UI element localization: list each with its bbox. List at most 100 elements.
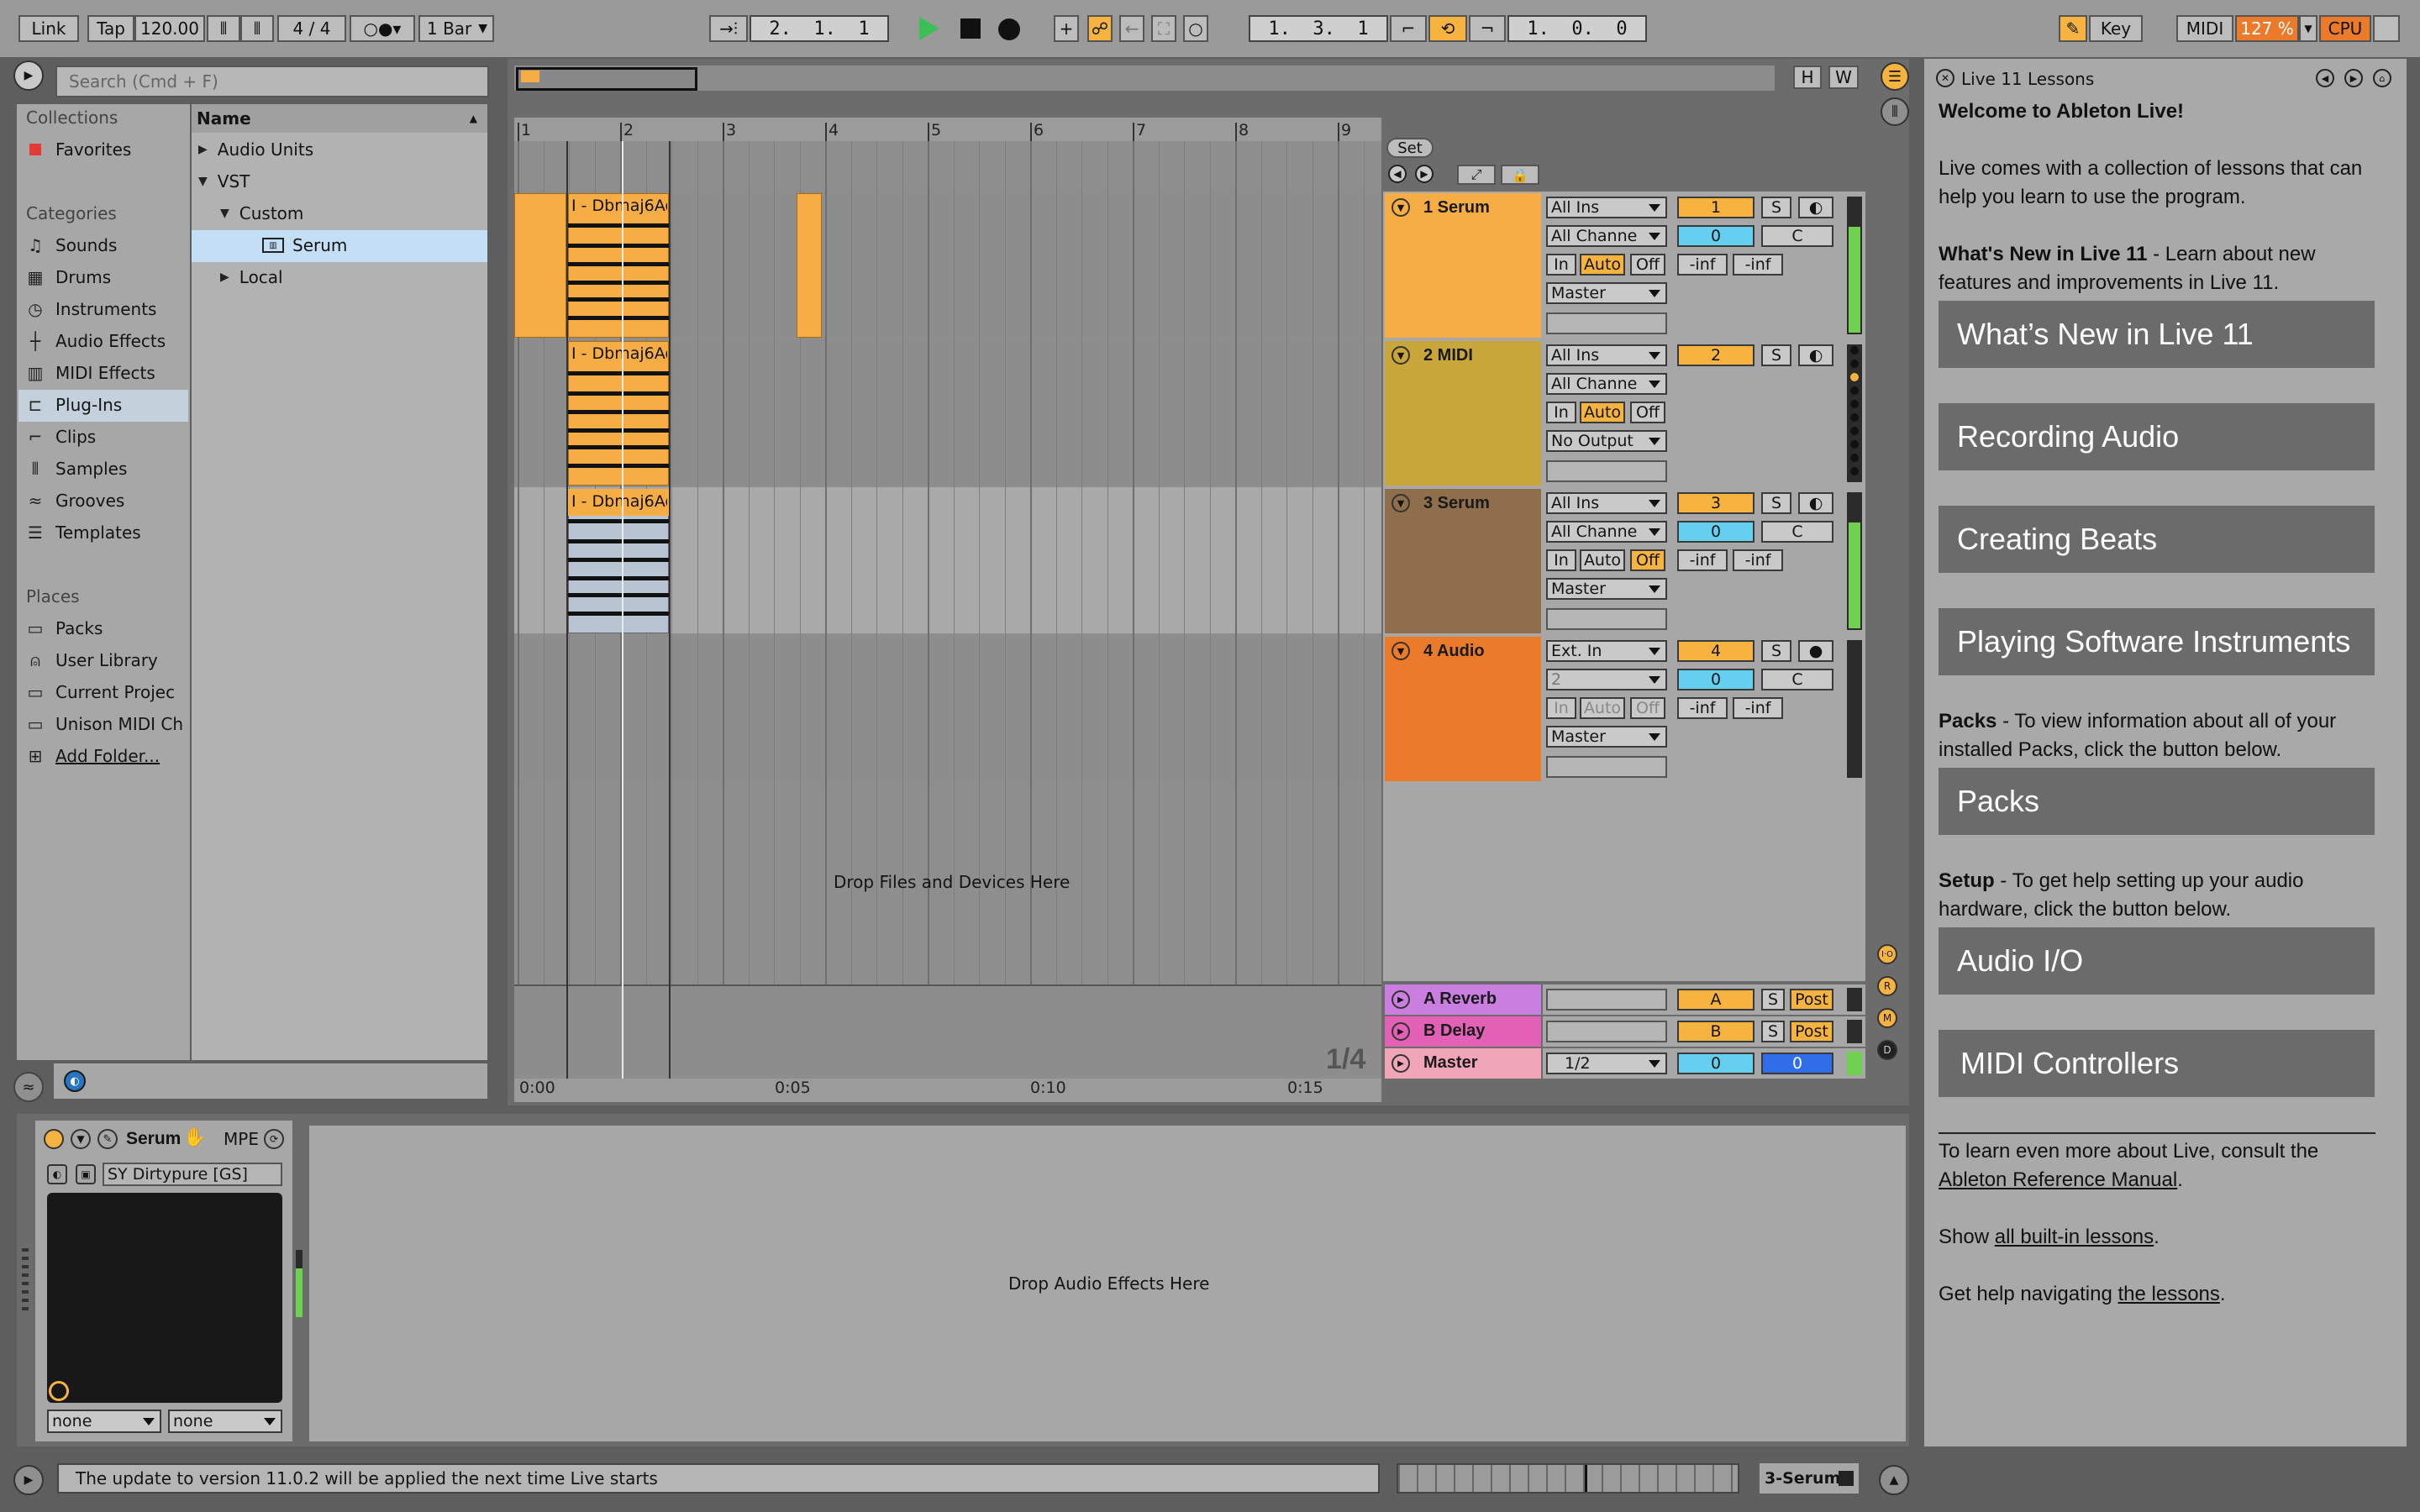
tap-button[interactable]: Tap: [87, 15, 134, 42]
volume-field[interactable]: 0: [1677, 521, 1754, 543]
midi-note[interactable]: [568, 593, 669, 597]
input-channel-dropdown[interactable]: All Channe: [1546, 225, 1667, 247]
tree-item-local[interactable]: ▶ Local: [220, 262, 283, 292]
midi-map-button[interactable]: MIDI: [2176, 15, 2233, 42]
volume-field[interactable]: 0: [1677, 669, 1754, 690]
input-type-dropdown[interactable]: All Ins: [1546, 197, 1667, 218]
record-icon[interactable]: [998, 18, 1020, 40]
monitor-off-button[interactable]: Off: [1630, 549, 1665, 571]
delay-toggle-icon[interactable]: D: [1877, 1040, 1897, 1060]
h-button[interactable]: H: [1793, 66, 1822, 89]
macro-x-dropdown[interactable]: none: [47, 1410, 161, 1433]
lessons-forward-icon[interactable]: ▶: [2344, 69, 2363, 87]
name-column-header[interactable]: Name ▲: [192, 104, 487, 133]
midi-note[interactable]: [568, 428, 669, 433]
clip-pre-1[interactable]: [514, 193, 566, 338]
track-activator-button[interactable]: 3: [1677, 492, 1754, 514]
fold-icon[interactable]: ▼: [1392, 494, 1410, 512]
lesson-button-packs[interactable]: Packs: [1939, 768, 2375, 835]
xy-pad[interactable]: [47, 1193, 282, 1403]
back-to-arrangement-icon[interactable]: ←: [1119, 15, 1144, 42]
mixer-toggle-icon[interactable]: ⦀: [1881, 97, 1909, 126]
midi-note[interactable]: [568, 539, 669, 543]
sidebar-item-midi-effects[interactable]: ▥ MIDI Effects: [25, 358, 155, 388]
lesson-button-creating-beats[interactable]: Creating Beats: [1939, 506, 2375, 573]
lesson-button-whats-new[interactable]: What’s New in Live 11: [1939, 301, 2375, 368]
metronome-button[interactable]: ○●▾: [350, 15, 415, 42]
mixer-section-toggle-icon[interactable]: M: [1877, 1008, 1897, 1028]
output-dropdown[interactable]: Master: [1546, 726, 1667, 748]
w-button[interactable]: W: [1828, 66, 1859, 89]
arm-icon[interactable]: ◐: [1798, 197, 1833, 218]
expand-tracks-icon[interactable]: ⤢: [1457, 165, 1496, 185]
pan-field[interactable]: C: [1761, 669, 1833, 690]
midi-note[interactable]: [568, 244, 669, 248]
tree-item-serum[interactable]: ▥ Serum: [262, 230, 347, 260]
follow-button[interactable]: →⫶: [709, 15, 748, 42]
lesson-button-recording-audio[interactable]: Recording Audio: [1939, 403, 2375, 470]
track-activator-button[interactable]: 1: [1677, 197, 1754, 218]
midi-note[interactable]: [568, 223, 669, 228]
tree-item-audio-units[interactable]: ▶ Audio Units: [198, 134, 313, 165]
device-fold-icon[interactable]: ▼: [71, 1129, 91, 1149]
fold-icon[interactable]: ▼: [1392, 346, 1410, 365]
output-dropdown[interactable]: Master: [1546, 578, 1667, 600]
sidebar-item-user-library[interactable]: ⍝ User Library: [25, 645, 158, 675]
midi-note[interactable]: [568, 612, 669, 616]
browser-toggle-icon[interactable]: ▶: [13, 60, 44, 91]
pan-field[interactable]: C: [1761, 521, 1833, 543]
midi-note[interactable]: [568, 445, 669, 449]
device-activator-icon[interactable]: [44, 1129, 64, 1149]
midi-note[interactable]: [568, 262, 669, 266]
overview-selection[interactable]: [516, 67, 697, 91]
preset-field[interactable]: SY Dirtypure [GS]: [103, 1163, 282, 1186]
post-button[interactable]: Post: [1790, 989, 1833, 1011]
lesson-button-midi-controllers[interactable]: MIDI Controllers: [1939, 1030, 2375, 1097]
automation-arm-icon[interactable]: ☍: [1087, 15, 1113, 42]
lane-4-audio[interactable]: [514, 635, 1381, 781]
preset-save-icon[interactable]: ▣: [76, 1164, 96, 1184]
input-type-dropdown[interactable]: All Ins: [1546, 492, 1667, 514]
sidebar-item-templates[interactable]: ☰ Templates: [25, 517, 141, 548]
monitor-auto-button[interactable]: Auto: [1580, 402, 1625, 423]
pan-field[interactable]: C: [1761, 225, 1833, 247]
lesson-button-software-instruments[interactable]: Playing Software Instruments: [1939, 608, 2375, 675]
fold-icon[interactable]: ▼: [1392, 642, 1410, 660]
return-input-field[interactable]: [1546, 989, 1667, 1011]
master-volume-field[interactable]: 0: [1677, 1053, 1754, 1074]
tree-item-vst[interactable]: ▼ VST: [198, 166, 250, 197]
midi-note[interactable]: [568, 391, 669, 396]
midi-note[interactable]: [568, 464, 669, 468]
solo-button[interactable]: S: [1761, 344, 1791, 366]
midi-note[interactable]: [568, 410, 669, 414]
monitor-auto-button[interactable]: Auto: [1580, 697, 1625, 719]
xy-pad-handle[interactable]: [49, 1381, 69, 1401]
tree-item-custom[interactable]: ▼ Custom: [220, 198, 303, 228]
macro-y-dropdown[interactable]: none: [168, 1410, 282, 1433]
lessons-link[interactable]: the lessons: [2118, 1283, 2219, 1305]
track-activator-button[interactable]: 4: [1677, 640, 1754, 662]
monitor-in-button[interactable]: In: [1546, 697, 1576, 719]
io-toggle-icon[interactable]: I·O: [1877, 944, 1897, 964]
punch-in-icon[interactable]: ⌐: [1390, 15, 1427, 42]
link-button[interactable]: Link: [18, 15, 79, 42]
monitor-in-button[interactable]: In: [1546, 254, 1576, 276]
reference-manual-link[interactable]: Ableton Reference Manual: [1939, 1168, 2177, 1191]
input-type-dropdown[interactable]: All Ins: [1546, 344, 1667, 366]
solo-button[interactable]: S: [1761, 989, 1785, 1011]
midi-note[interactable]: [568, 576, 669, 580]
lessons-home-icon[interactable]: ⌂: [2373, 69, 2391, 87]
sidebar-item-add-folder[interactable]: ⊞ Add Folder...: [25, 741, 160, 771]
play-icon[interactable]: ▶: [1392, 1054, 1410, 1073]
lessons-back-icon[interactable]: ◀: [2316, 69, 2334, 87]
input-channel-dropdown[interactable]: 2: [1546, 669, 1667, 690]
volume-field[interactable]: 0: [1677, 225, 1754, 247]
sidebar-item-packs[interactable]: ▭ Packs: [25, 613, 103, 643]
stop-icon[interactable]: [960, 18, 981, 39]
output-channel-field[interactable]: [1546, 460, 1667, 482]
output-channel-field[interactable]: [1546, 312, 1667, 334]
lessons-close-icon[interactable]: ✕: [1936, 69, 1954, 87]
arm-icon[interactable]: ◐: [1798, 492, 1833, 514]
monitor-in-button[interactable]: In: [1546, 402, 1576, 423]
search-input[interactable]: Search (Cmd + F): [55, 66, 489, 97]
